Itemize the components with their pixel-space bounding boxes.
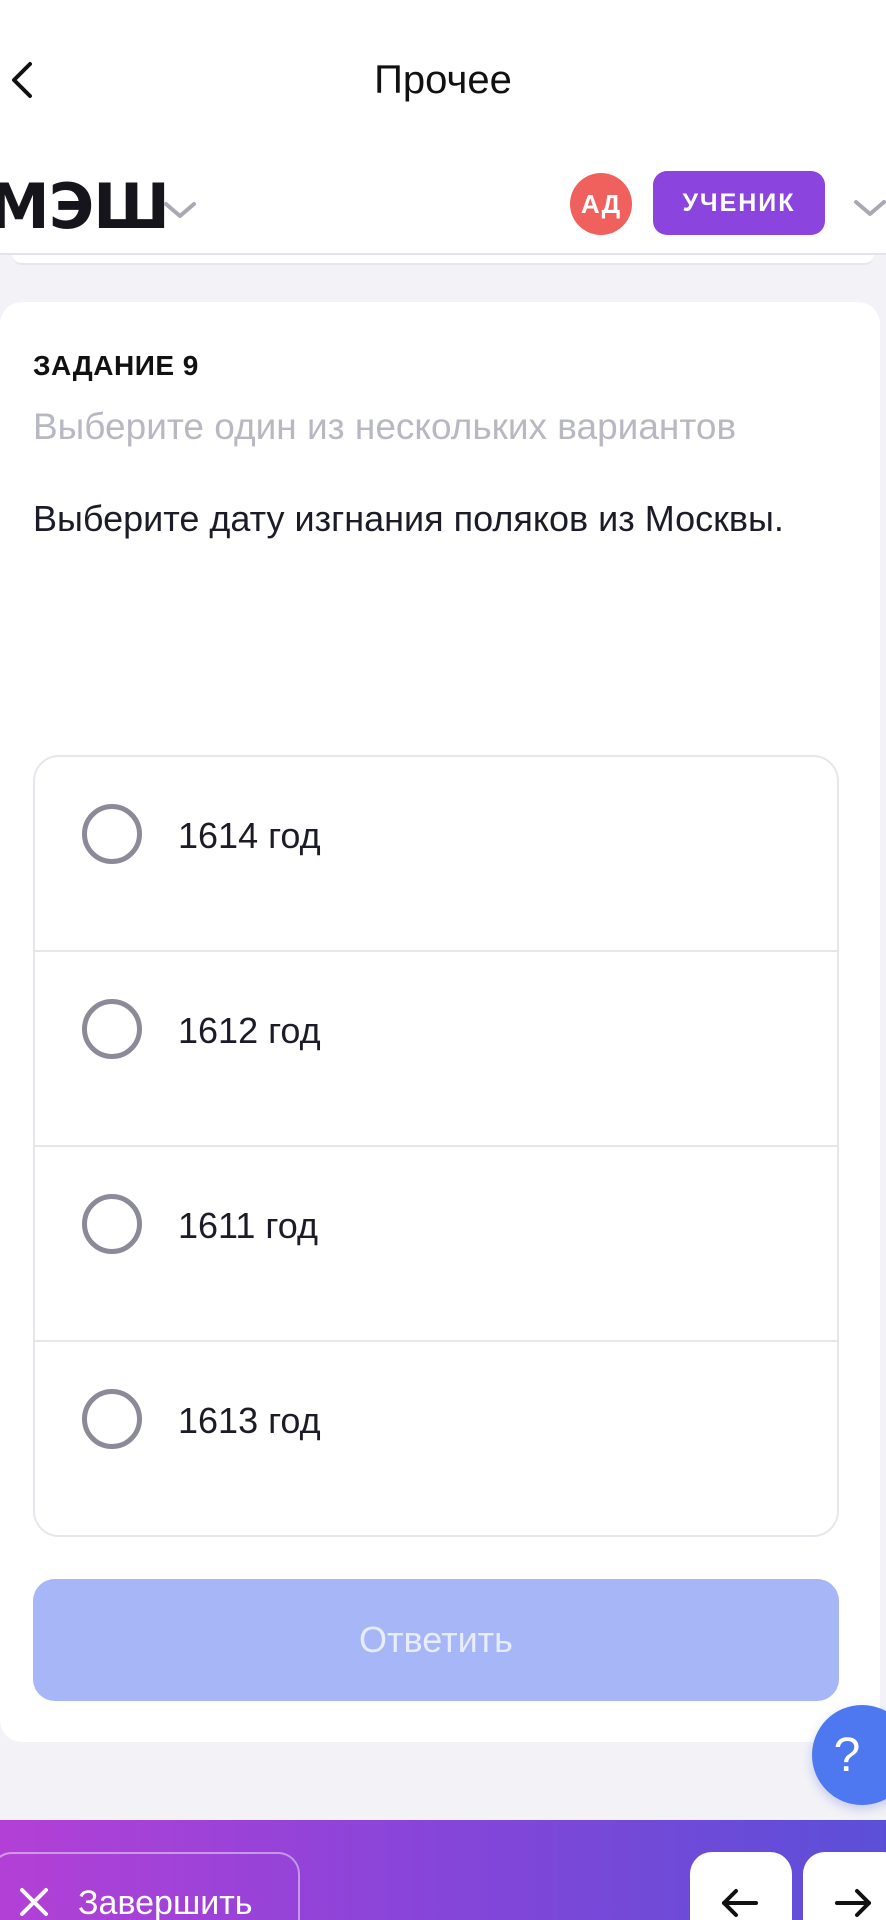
page: Прочее МЭШ АД УЧЕНИК ЗАДАНИЕ 9 Выберите … bbox=[0, 0, 886, 1920]
submit-answer-button[interactable]: Ответить bbox=[33, 1579, 839, 1701]
role-badge[interactable]: УЧЕНИК bbox=[653, 171, 825, 235]
top-navigation-bar: Прочее bbox=[0, 0, 886, 150]
answer-option[interactable]: 1613 год bbox=[35, 1342, 837, 1535]
arrow-right-icon bbox=[835, 1889, 871, 1917]
task-number: ЗАДАНИЕ 9 bbox=[33, 350, 199, 381]
arrow-left-icon bbox=[722, 1889, 758, 1917]
next-task-button[interactable] bbox=[803, 1852, 886, 1920]
answer-option-label: 1614 год bbox=[178, 815, 321, 856]
task-question: Выберите дату изгнания поляков из Москвы… bbox=[33, 498, 784, 539]
answer-option-label: 1613 год bbox=[178, 1400, 321, 1441]
task-instruction: Выберите один из нескольких вариантов bbox=[33, 406, 737, 447]
header-divider bbox=[12, 255, 874, 265]
finish-button[interactable]: Завершить bbox=[0, 1852, 300, 1920]
chevron-down-icon[interactable] bbox=[160, 190, 200, 230]
answer-option[interactable]: 1612 год bbox=[35, 952, 837, 1147]
bottom-bar: Завершить bbox=[0, 1820, 886, 1920]
answer-option-label: 1612 год bbox=[178, 1010, 321, 1051]
radio-button[interactable] bbox=[82, 1389, 142, 1449]
app-header: МЭШ АД УЧЕНИК bbox=[0, 150, 886, 255]
radio-button[interactable] bbox=[82, 1194, 142, 1254]
previous-task-button[interactable] bbox=[690, 1852, 792, 1920]
role-chevron-down-icon[interactable] bbox=[850, 188, 886, 228]
avatar[interactable]: АД bbox=[570, 173, 632, 235]
answer-options: 1614 год 1612 год 1611 год 1613 год bbox=[33, 755, 839, 1537]
finish-label: Завершить bbox=[78, 1884, 253, 1920]
answer-option[interactable]: 1614 год bbox=[35, 757, 837, 952]
answer-option[interactable]: 1611 год bbox=[35, 1147, 837, 1342]
close-icon bbox=[20, 1888, 48, 1916]
question-mark-icon: ? bbox=[833, 1728, 861, 1782]
radio-button[interactable] bbox=[82, 999, 142, 1059]
answer-option-label: 1611 год bbox=[178, 1205, 318, 1246]
page-title: Прочее bbox=[374, 58, 512, 102]
radio-button[interactable] bbox=[82, 804, 142, 864]
app-logo[interactable]: МЭШ bbox=[0, 170, 170, 243]
task-card: ЗАДАНИЕ 9 Выберите один из нескольких ва… bbox=[0, 302, 880, 1742]
